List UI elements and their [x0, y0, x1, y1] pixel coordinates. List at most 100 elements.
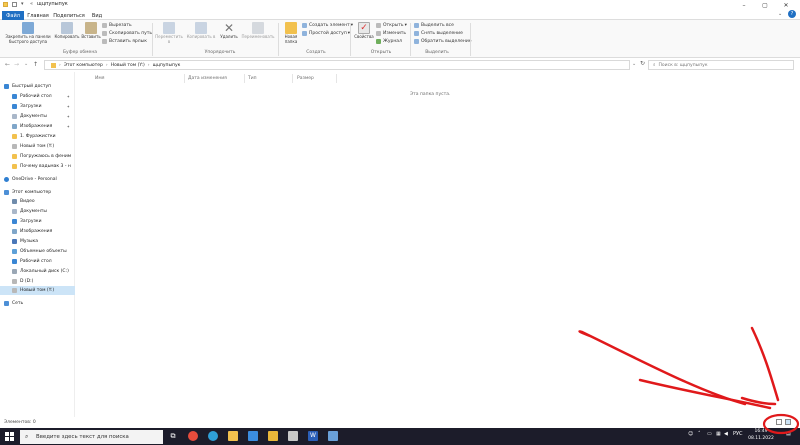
forward-arrow-icon[interactable]: → — [14, 61, 19, 68]
breadcrumb-volume[interactable]: Новый том (Y:) — [111, 63, 145, 68]
new-folder-button[interactable]: Новая папка — [281, 22, 301, 44]
nav-images[interactable]: Изображения ✦ — [0, 122, 75, 131]
address-bar[interactable]: › Этот компьютер › Новый том (Y:) › щцпу… — [44, 60, 630, 70]
copy-to-button[interactable]: Копировать в — [186, 22, 216, 40]
refresh-icon[interactable]: ↻ — [640, 60, 645, 67]
ribbon-separator — [470, 23, 471, 56]
easy-access-button[interactable]: Простой доступ ▾ — [302, 31, 350, 36]
app-icon[interactable] — [288, 431, 298, 441]
nav-folder-fur[interactable]: 1. Фуражистки — [0, 132, 75, 141]
back-arrow-icon[interactable]: ← — [5, 61, 10, 68]
nav-network[interactable]: Сеть — [0, 299, 75, 308]
tray-date[interactable]: 08.11.2022 — [747, 436, 775, 441]
breadcrumb-separator-icon: › — [105, 62, 108, 68]
tray-people-icon[interactable]: ☺ — [688, 431, 693, 437]
photos-icon[interactable] — [328, 431, 338, 441]
column-header-date[interactable]: Дата изменения — [188, 76, 227, 81]
open-button[interactable]: Открыть ▾ — [376, 23, 407, 28]
breadcrumb-this-pc[interactable]: Этот компьютер — [64, 63, 103, 68]
up-arrow-icon[interactable]: ↑ — [33, 61, 38, 68]
nav-folder-immersion[interactable]: Погружаюсь в феним — [0, 152, 75, 161]
tray-up-arrow-icon[interactable]: ˄ — [698, 431, 701, 437]
store-icon[interactable] — [248, 431, 258, 441]
nav-quick-access[interactable]: Быстрый доступ — [0, 82, 75, 91]
help-icon[interactable]: ? — [788, 10, 796, 18]
column-header-name[interactable]: Имя — [95, 76, 104, 81]
nav-pc-images[interactable]: Изображения — [0, 227, 75, 236]
nav-y-drive[interactable]: Новый том (Y:) — [0, 286, 75, 295]
column-header-type[interactable]: Тип — [248, 76, 257, 81]
nav-documents[interactable]: Документы ✦ — [0, 112, 75, 121]
tray-language[interactable]: РУС — [733, 431, 743, 437]
copy-button[interactable]: Копировать — [54, 22, 80, 40]
tab-share[interactable]: Поделиться — [53, 11, 84, 20]
annotation-arrow-head — [740, 396, 777, 406]
taskbar-search-input[interactable]: ⌕ Введите здесь текст для поиска — [20, 430, 163, 444]
nav-new-volume[interactable]: Новый том (Y:) — [0, 142, 75, 151]
history-button[interactable]: Журнал — [376, 39, 402, 44]
rename-button[interactable]: Переименовать — [240, 22, 276, 40]
nav-pc-downloads[interactable]: Загрузки — [0, 217, 75, 226]
paste-shortcut-button[interactable]: Вставить ярлык — [102, 39, 147, 44]
nav-local-c[interactable]: Локальный диск (C:) — [0, 267, 75, 276]
tray-volume-icon[interactable]: ◀ — [724, 431, 728, 437]
nav-this-pc[interactable]: Этот компьютер — [0, 188, 75, 197]
paste-button[interactable]: Вставить — [81, 22, 101, 40]
nav-d-drive[interactable]: D (D:) — [0, 277, 75, 286]
minimize-button[interactable]: – — [736, 0, 752, 10]
qat-dropdown-icon[interactable]: ▾ — [21, 1, 24, 7]
column-divider[interactable] — [292, 74, 293, 83]
file-explorer-icon[interactable] — [228, 431, 238, 441]
select-all-button[interactable]: Выделить все — [414, 23, 454, 28]
files-app-icon[interactable] — [268, 431, 278, 441]
edit-button[interactable]: Изменить — [376, 31, 406, 36]
new-item-button[interactable]: Создать элемент ▾ — [302, 23, 353, 28]
move-to-button[interactable]: Переместить в — [155, 22, 183, 44]
recent-dropdown-icon[interactable]: ⌄ — [24, 61, 28, 67]
edge-browser-icon[interactable] — [208, 431, 218, 441]
task-view-icon[interactable]: ⧉ — [168, 431, 178, 441]
quick-save-icon[interactable] — [12, 2, 17, 7]
nav-music[interactable]: Музыка — [0, 237, 75, 246]
tab-view[interactable]: Вид — [89, 11, 105, 20]
tray-time[interactable]: 16:49 — [749, 429, 773, 434]
cut-button[interactable]: Вырезать — [102, 23, 132, 28]
breadcrumb-current-folder[interactable]: щцпупыпук — [153, 63, 181, 68]
pin-icon — [22, 22, 34, 34]
search-input[interactable]: ⌕ Поиск в: щцпупыпук — [648, 60, 794, 70]
nav-3d-objects[interactable]: Объемные объекты — [0, 247, 75, 256]
copy-path-button[interactable]: Скопировать путь — [102, 31, 152, 36]
tab-home[interactable]: Главная — [27, 11, 49, 20]
close-button[interactable]: ✕ — [778, 0, 794, 10]
pin-quick-access-button[interactable]: Закрепить на панели быстрого доступа — [4, 22, 52, 44]
start-icon[interactable] — [5, 432, 14, 441]
tray-battery-icon[interactable]: ▭ — [707, 431, 712, 437]
nav-folder-why[interactable]: Почему вадьмак 3 - н — [0, 162, 75, 171]
ribbon-collapse-icon[interactable]: ⌄ — [778, 11, 782, 17]
nav-pc-desktop[interactable]: Рабочий стол — [0, 257, 75, 266]
tiles-view-icon[interactable] — [785, 419, 791, 425]
column-divider[interactable] — [244, 74, 245, 83]
yandex-browser-icon[interactable] — [188, 431, 198, 441]
tray-network-icon[interactable]: ▦ — [716, 431, 721, 437]
nav-desktop[interactable]: Рабочий стол ✦ — [0, 92, 75, 101]
nav-pc-documents[interactable]: Документы — [0, 207, 75, 216]
word-icon[interactable]: W — [308, 431, 318, 441]
invert-selection-button[interactable]: Обратить выделение — [414, 39, 472, 44]
column-divider[interactable] — [184, 74, 185, 83]
details-view-icon[interactable] — [776, 419, 782, 425]
column-header-size[interactable]: Размер — [297, 76, 314, 81]
select-none-button[interactable]: Снять выделение — [414, 31, 463, 36]
column-divider[interactable] — [336, 74, 337, 83]
notification-icon[interactable]: ▤ — [786, 431, 791, 437]
nav-onedrive[interactable]: OneDrive - Personal — [0, 175, 75, 184]
nav-downloads[interactable]: Загрузки ✦ — [0, 102, 75, 111]
properties-button[interactable]: ✓ Свойства — [353, 22, 375, 40]
address-dropdown-icon[interactable]: ⌄ — [632, 61, 636, 67]
maximize-button[interactable]: ▢ — [757, 0, 773, 10]
tab-file[interactable]: Файл — [2, 11, 24, 20]
delete-button[interactable]: ✕ Удалить — [218, 22, 240, 40]
nav-video[interactable]: Видео — [0, 197, 75, 206]
video-icon — [12, 199, 17, 204]
select-none-label: Снять выделение — [421, 31, 463, 36]
